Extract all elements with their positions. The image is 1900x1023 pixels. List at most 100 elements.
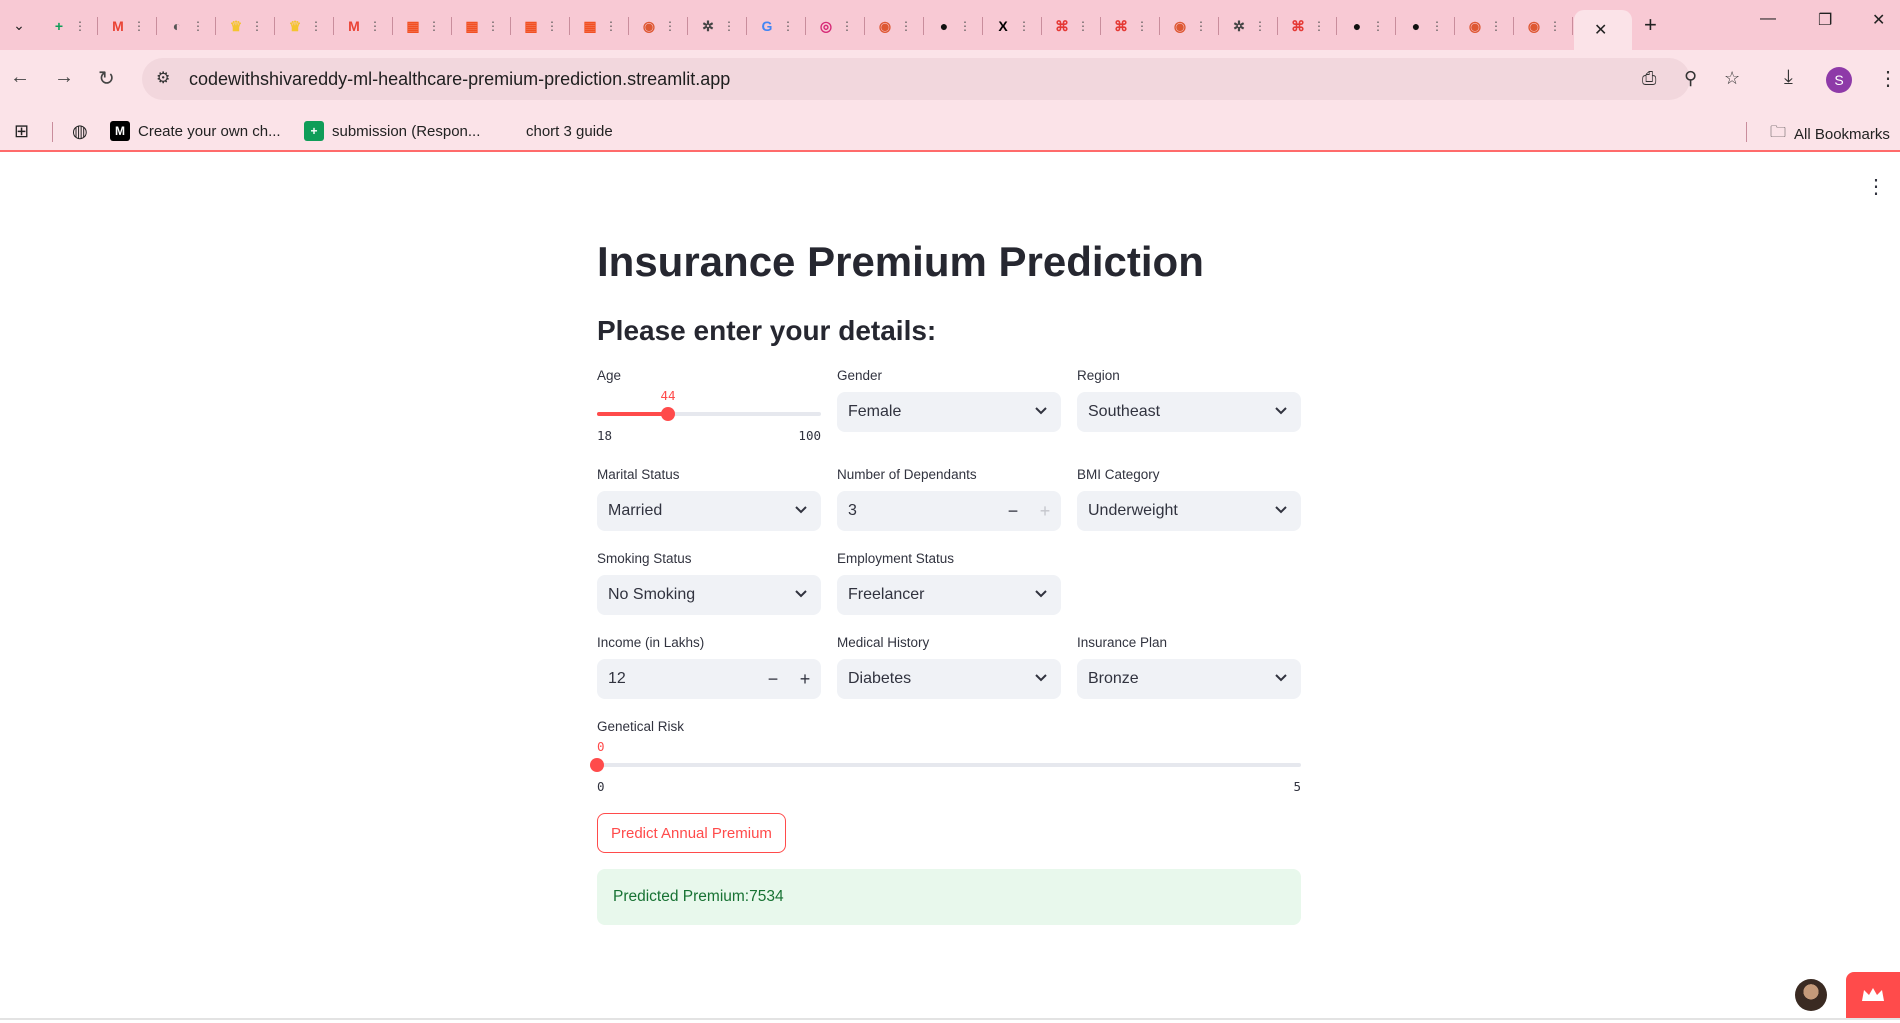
genetical-risk-label: Genetical Risk (597, 719, 685, 734)
browser-tab[interactable]: ◎ ⋮ (807, 10, 865, 42)
increment-icon[interactable]: + (789, 659, 821, 699)
apps-grid-icon[interactable]: ⊞ (14, 121, 29, 142)
browser-tab[interactable]: ◉ ⋮ (1515, 10, 1573, 42)
tab-overflow-icon: ⋮ (664, 19, 676, 33)
decrement-icon[interactable]: − (757, 659, 789, 699)
tab-separator (1277, 17, 1278, 35)
browser-tab[interactable]: ▦ ⋮ (453, 10, 511, 42)
region-value: Southeast (1088, 403, 1161, 420)
slider-thumb[interactable] (590, 758, 604, 772)
codeforces-icon: ⌘ (1291, 17, 1305, 34)
tab-overflow-icon: ⋮ (959, 19, 971, 33)
browser-tab[interactable]: G ⋮ (748, 10, 806, 42)
browser-tab[interactable]: X ⋮ (984, 10, 1042, 42)
active-browser-tab[interactable]: ✕ (1574, 10, 1632, 50)
tab-overflow-icon: ⋮ (487, 19, 499, 33)
install-app-icon[interactable]: ⎙ (1642, 68, 1656, 89)
all-bookmarks[interactable]: 🗀 All Bookmarks (1770, 121, 1890, 148)
browser-tab[interactable]: M ⋮ (335, 10, 393, 42)
browser-tab[interactable]: ◉ ⋮ (630, 10, 688, 42)
dependants-input[interactable]: 3 − + (837, 491, 1061, 531)
increment-icon[interactable]: + (1029, 491, 1061, 531)
browser-tab[interactable]: ♛ ⋮ (276, 10, 334, 42)
browser-tab[interactable]: ◉ ⋮ (1456, 10, 1514, 42)
back-arrow-icon[interactable]: ← (10, 66, 30, 89)
browser-tab[interactable]: ● ⋮ (925, 10, 983, 42)
restore-icon[interactable]: ❐ (1818, 10, 1832, 30)
browser-tab[interactable]: ● ⋮ (1338, 10, 1396, 42)
tab-overflow-icon: ⋮ (1490, 19, 1502, 33)
slider-thumb[interactable] (661, 407, 675, 421)
streamlit-crown-badge[interactable] (1846, 972, 1900, 1018)
region-select[interactable]: Southeast (1077, 392, 1301, 432)
bookmark-star-icon[interactable]: ☆ (1724, 68, 1740, 89)
browser-tab[interactable]: + ⋮ (40, 10, 98, 42)
gender-select[interactable]: Female (837, 392, 1061, 432)
bookmark-create-your-own[interactable]: M Create your own ch... (110, 121, 281, 141)
zoom-icon[interactable]: ⚲ (1684, 68, 1697, 89)
tab-separator (982, 17, 983, 35)
globe-bookmark-icon[interactable]: ◍ (72, 121, 88, 142)
browser-tab[interactable]: ⌘ ⋮ (1102, 10, 1160, 42)
browser-tab[interactable]: ◐ ⋮ (158, 10, 216, 42)
browser-tab[interactable]: ◉ ⋮ (1161, 10, 1219, 42)
browser-tab[interactable]: ♛ ⋮ (217, 10, 275, 42)
tab-separator (274, 17, 275, 35)
bmi-select[interactable]: Underweight (1077, 491, 1301, 531)
user-avatar[interactable] (1795, 979, 1827, 1011)
browser-tab[interactable]: ▦ ⋮ (571, 10, 629, 42)
age-slider[interactable]: 44 18 100 (597, 386, 821, 443)
browser-menu-icon[interactable]: ⋮ (1878, 66, 1898, 91)
browser-tab[interactable]: ◉ ⋮ (866, 10, 924, 42)
browser-tab[interactable]: ● ⋮ (1397, 10, 1455, 42)
profile-avatar[interactable]: S (1826, 67, 1852, 93)
browser-tab[interactable]: ⌘ ⋮ (1279, 10, 1337, 42)
browser-tab[interactable]: ✲ ⋮ (689, 10, 747, 42)
bookmark-submission[interactable]: + submission (Respon... (304, 121, 480, 141)
browser-tab[interactable]: ▦ ⋮ (512, 10, 570, 42)
browser-tab-strip: ⌄ + ⋮ M ⋮ ◐ ⋮ ♛ ⋮ ♛ ⋮ M ⋮ ▦ ⋮ ▦ ⋮ ▦ ⋮ ▦ ⋮ ◉ ⋮ ✲ ⋮ G ⋮ ◎ ⋮ ◉ ⋮ ● ⋮ X ⋮ ⌘ ⋮ ⌘ ⋮… (0, 0, 1900, 50)
dependants-label: Number of Dependants (837, 467, 977, 482)
site-info-icon[interactable]: ⚙ (156, 68, 170, 88)
bookmark-chort-guide[interactable]: chort 3 guide (498, 121, 613, 141)
chevron-down-icon (795, 506, 807, 514)
tab-separator (1572, 17, 1573, 35)
minimize-icon[interactable]: — (1760, 10, 1776, 28)
app-menu-icon[interactable]: ⋮ (1866, 174, 1886, 199)
globe-icon: ◐ (172, 18, 182, 34)
predict-annual-premium-button[interactable]: Predict Annual Premium (597, 813, 786, 853)
duckduckgo-icon: ◉ (642, 17, 656, 34)
employment-status-select[interactable]: Freelancer (837, 575, 1061, 615)
insurance-plan-label: Insurance Plan (1077, 635, 1168, 650)
medical-history-select[interactable]: Diabetes (837, 659, 1061, 699)
income-value[interactable]: 12 (608, 670, 626, 688)
prediction-result-alert: Predicted Premium:7534 (597, 869, 1301, 925)
new-tab-button[interactable]: + (1644, 12, 1657, 38)
url-text[interactable]: codewithshivareddy-ml-healthcare-premium… (189, 69, 730, 90)
decrement-icon[interactable]: − (997, 491, 1029, 531)
tab-search-chevron-icon[interactable]: ⌄ (6, 12, 32, 38)
region-label: Region (1077, 368, 1120, 383)
forward-arrow-icon[interactable]: → (54, 66, 74, 89)
browser-tab[interactable]: M ⋮ (99, 10, 157, 42)
insurance-plan-select[interactable]: Bronze (1077, 659, 1301, 699)
browser-tab[interactable]: ✲ ⋮ (1220, 10, 1278, 42)
smoking-status-select[interactable]: No Smoking (597, 575, 821, 615)
browser-tab[interactable]: ⌘ ⋮ (1043, 10, 1101, 42)
slider-max: 100 (798, 428, 821, 443)
tab-separator (1395, 17, 1396, 35)
download-icon[interactable]: ⤓ (1784, 66, 1793, 89)
genetical-risk-slider[interactable]: 0 0 5 (590, 737, 1301, 794)
tab-close-icon[interactable]: ✕ (1594, 20, 1607, 40)
address-bar[interactable]: ⚙ codewithshivareddy-ml-healthcare-premi… (142, 58, 1740, 100)
tab-separator (1336, 17, 1337, 35)
dependants-value[interactable]: 3 (848, 502, 857, 520)
tab-separator (392, 17, 393, 35)
browser-tab[interactable]: ▦ ⋮ (394, 10, 452, 42)
reload-icon[interactable]: ↻ (98, 66, 115, 91)
bookmarks-separator (52, 122, 53, 142)
marital-status-select[interactable]: Married (597, 491, 821, 531)
window-close-icon[interactable]: ✕ (1872, 10, 1885, 30)
income-input[interactable]: 12 − + (597, 659, 821, 699)
slider-max: 5 (1293, 779, 1301, 794)
